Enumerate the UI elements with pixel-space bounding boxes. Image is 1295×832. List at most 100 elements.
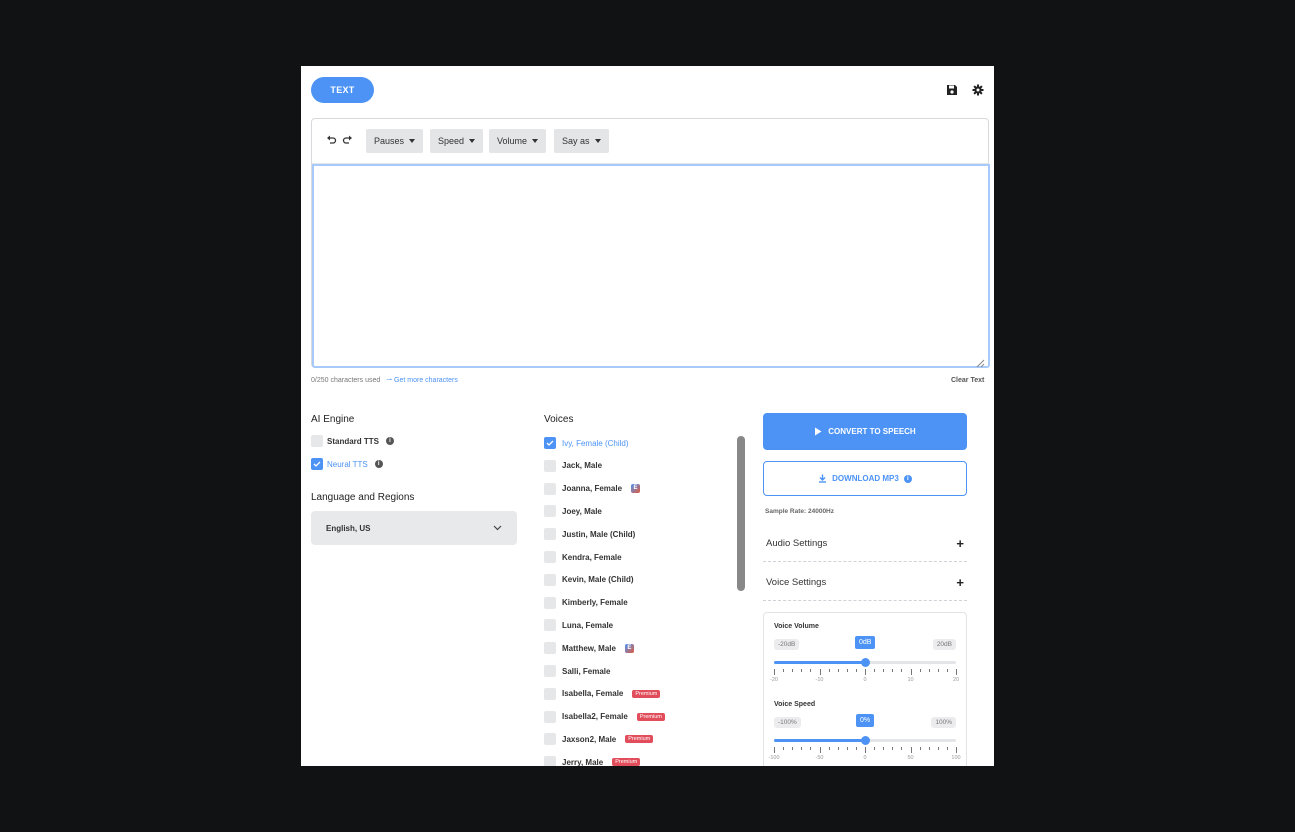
checkbox[interactable] — [311, 435, 323, 447]
slider-tick — [883, 747, 885, 750]
voice-volume-title: Voice Volume — [774, 623, 819, 630]
tick-label: -10 — [815, 677, 824, 683]
voice-item[interactable]: Kimberly, Female — [544, 596, 628, 610]
checkbox[interactable] — [544, 733, 556, 746]
slider-tick — [874, 747, 876, 750]
voice-item[interactable]: Kevin, Male (Child) — [544, 573, 634, 587]
engine-option-standard[interactable]: Standard TTS i — [311, 435, 395, 447]
say-as-dropdown[interactable]: Say as — [554, 129, 609, 153]
save-icon[interactable] — [945, 83, 959, 97]
chevron-down-icon — [469, 139, 476, 143]
checkbox[interactable] — [544, 619, 556, 632]
gear-icon[interactable] — [971, 83, 985, 97]
speed-value-label: 0% — [856, 714, 875, 727]
voice-item[interactable]: Luna, Female — [544, 618, 613, 632]
slider-tick — [774, 669, 775, 675]
checkbox[interactable] — [544, 551, 556, 563]
clear-text-link[interactable]: Clear Text — [951, 377, 984, 384]
voice-item[interactable]: Ivy, Female (Child) — [544, 436, 629, 450]
tick-label: -20 — [770, 677, 778, 683]
checkbox[interactable] — [544, 687, 556, 700]
slider-tick — [928, 669, 930, 672]
voice-item[interactable]: Isabella2, Female Premium — [544, 710, 665, 724]
speed-label: Speed — [438, 136, 465, 146]
premium-badge: Premium — [625, 735, 654, 744]
resize-handle-icon[interactable] — [976, 355, 985, 368]
voice-item[interactable]: Justin, Male (Child) — [544, 527, 635, 541]
tick-label: -100 — [768, 755, 780, 761]
checkbox[interactable] — [544, 573, 556, 586]
voice-settings-accordion[interactable]: Voice Settings + — [763, 565, 967, 601]
volume-slider-thumb[interactable] — [861, 658, 870, 667]
speed-dropdown[interactable]: Speed — [430, 129, 484, 153]
volume-slider[interactable] — [774, 658, 956, 667]
engine-option-neural[interactable]: Neural TTS i — [311, 458, 383, 470]
checkbox[interactable] — [544, 665, 556, 677]
character-count: 0/250 characters used ⇀ Get more charact… — [311, 376, 458, 384]
voice-list-scrollbar[interactable] — [737, 436, 745, 591]
speed-slider[interactable] — [774, 736, 956, 745]
convert-to-speech-button[interactable]: CONVERT TO SPEECH — [763, 413, 967, 450]
voice-item[interactable]: Jack, Male — [544, 459, 602, 473]
info-icon[interactable]: i — [386, 437, 395, 445]
tick-label: 20 — [952, 677, 960, 683]
slider-tick — [901, 747, 903, 750]
slider-tick — [774, 747, 775, 753]
chevron-down-icon — [594, 139, 601, 143]
slider-tick — [937, 669, 939, 672]
slider-tick — [865, 747, 866, 753]
chevron-down-icon — [409, 139, 416, 143]
voice-item[interactable]: Jaxson2, Male Premium — [544, 732, 654, 746]
checkbox[interactable] — [544, 528, 556, 541]
slider-tick — [828, 747, 830, 750]
voice-name: Ivy, Female (Child) — [562, 438, 629, 448]
voice-item[interactable]: Salli, Female — [544, 664, 610, 678]
volume-dropdown[interactable]: Volume — [489, 129, 547, 153]
checkbox[interactable] — [544, 505, 556, 518]
redo-icon[interactable] — [342, 134, 354, 146]
premium-badge: Premium — [632, 689, 661, 698]
voice-name: Jack, Male — [562, 461, 603, 471]
checkbox[interactable] — [544, 642, 556, 655]
engine-badge-icon: E — [624, 643, 634, 653]
volume-value-label: 0dB — [855, 636, 876, 649]
checkbox[interactable] — [544, 459, 556, 472]
download-mp3-button[interactable]: DOWNLOAD MP3 i — [763, 461, 967, 496]
play-icon — [815, 427, 822, 436]
tab-text[interactable]: TEXT — [311, 77, 374, 103]
accordion-label: Voice Settings — [766, 577, 827, 588]
audio-settings-accordion[interactable]: Audio Settings + — [763, 526, 967, 562]
voice-item[interactable]: Joanna, Female E — [544, 482, 641, 496]
volume-ticks: -20 -10 0 10 20 — [770, 669, 959, 683]
voice-item[interactable]: Jerry, Male Premium — [544, 755, 641, 766]
voice-item[interactable]: Kendra, Female — [544, 550, 622, 564]
slider-tick — [883, 669, 885, 672]
slider-tick — [819, 747, 821, 753]
info-icon[interactable]: i — [903, 474, 912, 483]
checkbox-checked[interactable] — [311, 458, 323, 470]
undo-icon[interactable] — [326, 134, 338, 146]
slider-tick — [946, 747, 948, 750]
slider-tick — [819, 669, 821, 675]
checkbox-checked[interactable] — [544, 437, 556, 449]
speed-slider-fill — [774, 739, 865, 742]
text-input[interactable] — [312, 164, 990, 368]
voice-item[interactable]: Matthew, Male E — [544, 641, 634, 655]
get-more-characters-link[interactable]: ⇀ Get more characters — [386, 377, 458, 384]
voice-item[interactable]: Joey, Male — [544, 504, 602, 518]
slider-tick — [910, 747, 912, 753]
language-select[interactable]: English, US — [311, 511, 517, 545]
checkbox[interactable] — [544, 710, 556, 723]
slider-tick — [892, 747, 894, 750]
speed-slider-thumb[interactable] — [861, 736, 870, 745]
voice-item[interactable]: Isabella, Female Premium — [544, 687, 661, 701]
voice-name: Luna, Female — [562, 620, 614, 630]
checkbox[interactable] — [544, 596, 556, 609]
checkbox[interactable] — [544, 756, 556, 766]
info-icon[interactable]: i — [374, 460, 383, 468]
checkbox[interactable] — [544, 482, 556, 495]
voice-name: Joey, Male — [562, 506, 602, 516]
pauses-dropdown[interactable]: Pauses — [366, 129, 424, 153]
slider-tick — [919, 669, 921, 672]
editor-toolbar: Pauses Speed Volume Say as — [312, 119, 988, 164]
